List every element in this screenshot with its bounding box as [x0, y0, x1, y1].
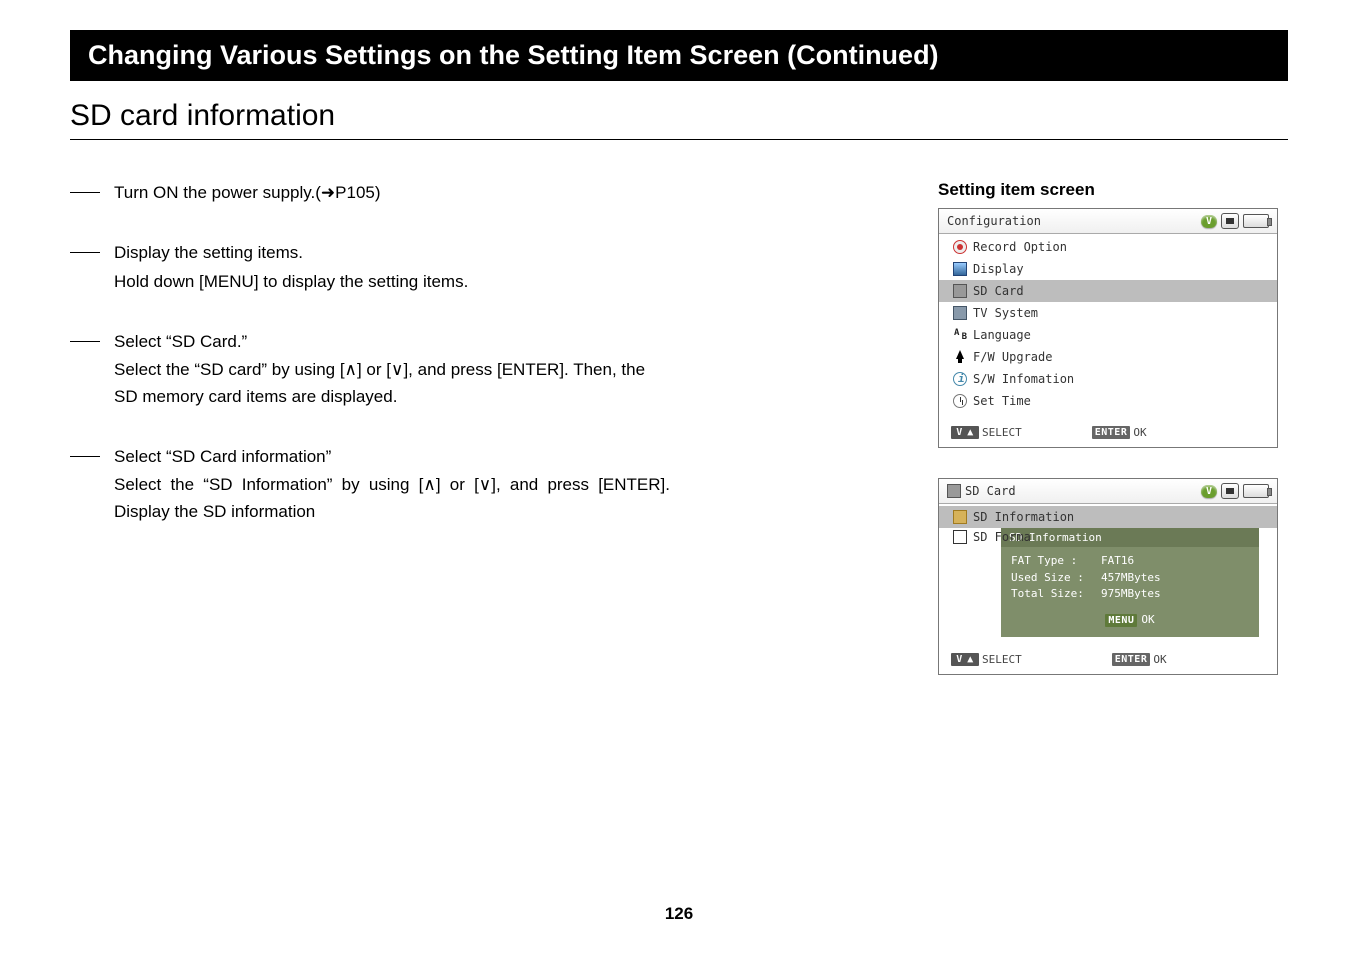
menu-record-option[interactable]: Record Option [939, 236, 1277, 258]
used-size-label: Used Size : [1011, 570, 1101, 587]
total-size-value: 975MBytes [1101, 586, 1161, 603]
page-number: 126 [0, 904, 1358, 924]
step-2-desc: Hold down [MENU] to display the setting … [114, 269, 670, 295]
menu-sw-info[interactable]: S/W Infomation [939, 368, 1277, 390]
language-icon [953, 328, 967, 342]
display-icon [953, 262, 967, 276]
record-icon [953, 240, 967, 254]
step-3: Select “SD Card.” Select the “SD card” b… [114, 329, 670, 410]
tv-icon [953, 306, 967, 320]
step-2: Display the setting items. Hold down [ME… [114, 240, 670, 295]
step-3-desc: Select the “SD card” by using [∧] or [∨]… [114, 357, 670, 410]
menu-label: SD Card [973, 282, 1024, 300]
sd-icon [953, 284, 967, 298]
popup-ok-label: OK [1141, 613, 1154, 626]
menu-tv-system[interactable]: TV System [939, 302, 1277, 324]
menu-label: SD Forma [973, 530, 1031, 544]
step-1: Turn ON the power supply.(➜P105) [114, 180, 670, 206]
screen2-header: SD Card V [939, 479, 1277, 504]
fat-type-label: FAT Type : [1011, 553, 1101, 570]
menu-sd-format[interactable]: SD Forma [939, 528, 1277, 546]
screen1-footer: V▲ SELECT ENTER OK [939, 418, 1277, 447]
sd-info-icon [953, 510, 967, 524]
step-2-title: Display the setting items. [114, 240, 670, 266]
used-size-value: 457MBytes [1101, 570, 1161, 587]
menu-label: Language [973, 326, 1031, 344]
sd-format-icon [953, 530, 967, 544]
status-stop-icon [1221, 213, 1239, 229]
menu-label: Display [973, 260, 1024, 278]
enter-key: ENTER [1112, 653, 1151, 666]
screen-caption: Setting item screen [938, 180, 1288, 200]
menu-sd-information[interactable]: SD Information [939, 506, 1277, 528]
total-size-label: Total Size: [1011, 586, 1101, 603]
footer-ok-label: OK [1133, 426, 1146, 439]
menu-set-time[interactable]: Set Time [939, 390, 1277, 412]
menu-display[interactable]: Display [939, 258, 1277, 280]
section-title: SD card information [70, 99, 1288, 140]
menu-key[interactable]: MENU [1105, 614, 1137, 627]
footer-ok-label: OK [1153, 653, 1166, 666]
status-v-icon: V [1201, 215, 1217, 228]
menu-label: Set Time [973, 392, 1031, 410]
screen2-title: SD Card [965, 484, 1016, 498]
clock-icon [953, 394, 967, 408]
page-banner: Changing Various Settings on the Setting… [70, 30, 1288, 81]
sd-icon [947, 484, 961, 498]
status-stop-icon [1221, 483, 1239, 499]
battery-icon [1243, 484, 1269, 498]
menu-fw-upgrade[interactable]: F/W Upgrade [939, 346, 1277, 368]
menu-label: Record Option [973, 238, 1067, 256]
screen1-header: Configuration V [939, 209, 1277, 234]
fat-type-value: FAT16 [1101, 553, 1134, 570]
status-v-icon: V [1201, 485, 1217, 498]
footer-select-label: SELECT [982, 426, 1022, 439]
upgrade-icon [953, 350, 967, 364]
nav-va-key: V▲ [951, 426, 979, 439]
menu-sd-card[interactable]: SD Card [939, 280, 1277, 302]
step-1-text: Turn ON the power supply.(➜P105) [114, 180, 670, 206]
instructions-column: Turn ON the power supply.(➜P105) Display… [70, 180, 670, 705]
screen2-footer: V▲ SELECT ENTER OK [939, 645, 1277, 674]
step-3-title: Select “SD Card.” [114, 329, 670, 355]
popup-button-row: MENU OK [1011, 613, 1249, 627]
step-4: Select “SD Card information” Select the … [114, 444, 670, 525]
menu-label: S/W Infomation [973, 370, 1074, 388]
screen-sd-card: SD Card V SD Information SD Forma [938, 478, 1278, 675]
menu-label: SD Information [973, 508, 1074, 526]
screen1-title: Configuration [947, 214, 1041, 228]
enter-key: ENTER [1092, 426, 1131, 439]
screens-column: Setting item screen Configuration V Reco… [938, 180, 1288, 705]
screen1-body: Record Option Display SD Card TV System … [939, 234, 1277, 412]
step-4-title: Select “SD Card information” [114, 444, 670, 470]
screen-configuration: Configuration V Record Option Display SD… [938, 208, 1278, 448]
step-4-desc: Select the “SD Information” by using [∧]… [114, 472, 670, 525]
menu-label: F/W Upgrade [973, 348, 1052, 366]
screen2-body: SD Information SD Forma SD Information F… [939, 504, 1277, 637]
info-icon [953, 372, 967, 386]
footer-select-label: SELECT [982, 653, 1022, 666]
battery-icon [1243, 214, 1269, 228]
nav-va-key: V▲ [951, 653, 979, 666]
menu-label: TV System [973, 304, 1038, 322]
menu-language[interactable]: Language [939, 324, 1277, 346]
